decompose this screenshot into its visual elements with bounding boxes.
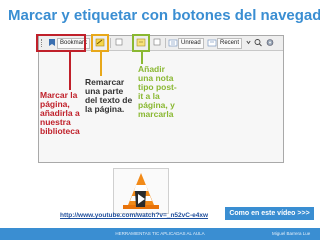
note-callout-text: Añadir una nota tipo post- it a la págin…: [138, 64, 177, 119]
recent-icon: [207, 39, 217, 47]
bookmark-callout-text: Marcar la página, añadirla a nuestra bib…: [40, 90, 80, 136]
note-callout-frame: [132, 34, 150, 52]
unread-button[interactable]: Unread: [178, 38, 204, 49]
search-icon[interactable]: [253, 38, 263, 47]
bookmark-callout-line: [69, 52, 71, 90]
video-cta-button[interactable]: Como en este vídeo >>>: [225, 207, 314, 220]
browser-toolbar-screenshot: Bookmark Unread Recent Marcar la página,…: [36, 34, 284, 163]
footer-bar: HERRAMIENTAS TIC APLICADAS AL AULA Migue…: [0, 228, 320, 240]
note-callout-line: [141, 52, 143, 64]
vlc-cone-icon: [123, 173, 159, 209]
footer-author: Miguel Barrera Lue: [272, 231, 311, 236]
recent-button[interactable]: Recent: [217, 38, 243, 49]
checkbox-icon[interactable]: [114, 38, 124, 47]
toolbar-separator: [165, 38, 166, 48]
video-thumbnail[interactable]: [113, 168, 169, 214]
footer-course-title: HERRAMIENTAS TIC APLICADAS AL AULA: [115, 231, 205, 236]
highlight-callout-frame: [91, 34, 109, 52]
checkbox-icon[interactable]: [152, 38, 162, 47]
chevron-down-icon[interactable]: [246, 38, 251, 47]
highlight-callout-line: [100, 52, 102, 76]
gear-icon[interactable]: [265, 38, 275, 47]
slide-title: Marcar y etiquetar con botones del naveg…: [8, 7, 320, 24]
toolbar-separator: [110, 38, 111, 48]
bookmark-callout-frame: [36, 34, 86, 52]
unread-icon: [168, 39, 178, 47]
highlight-callout-text: Remarcar una parte del texto de la págin…: [85, 77, 133, 114]
video-link[interactable]: http://www.youtube.com/watch?v=_n52vC-e4…: [60, 212, 208, 219]
